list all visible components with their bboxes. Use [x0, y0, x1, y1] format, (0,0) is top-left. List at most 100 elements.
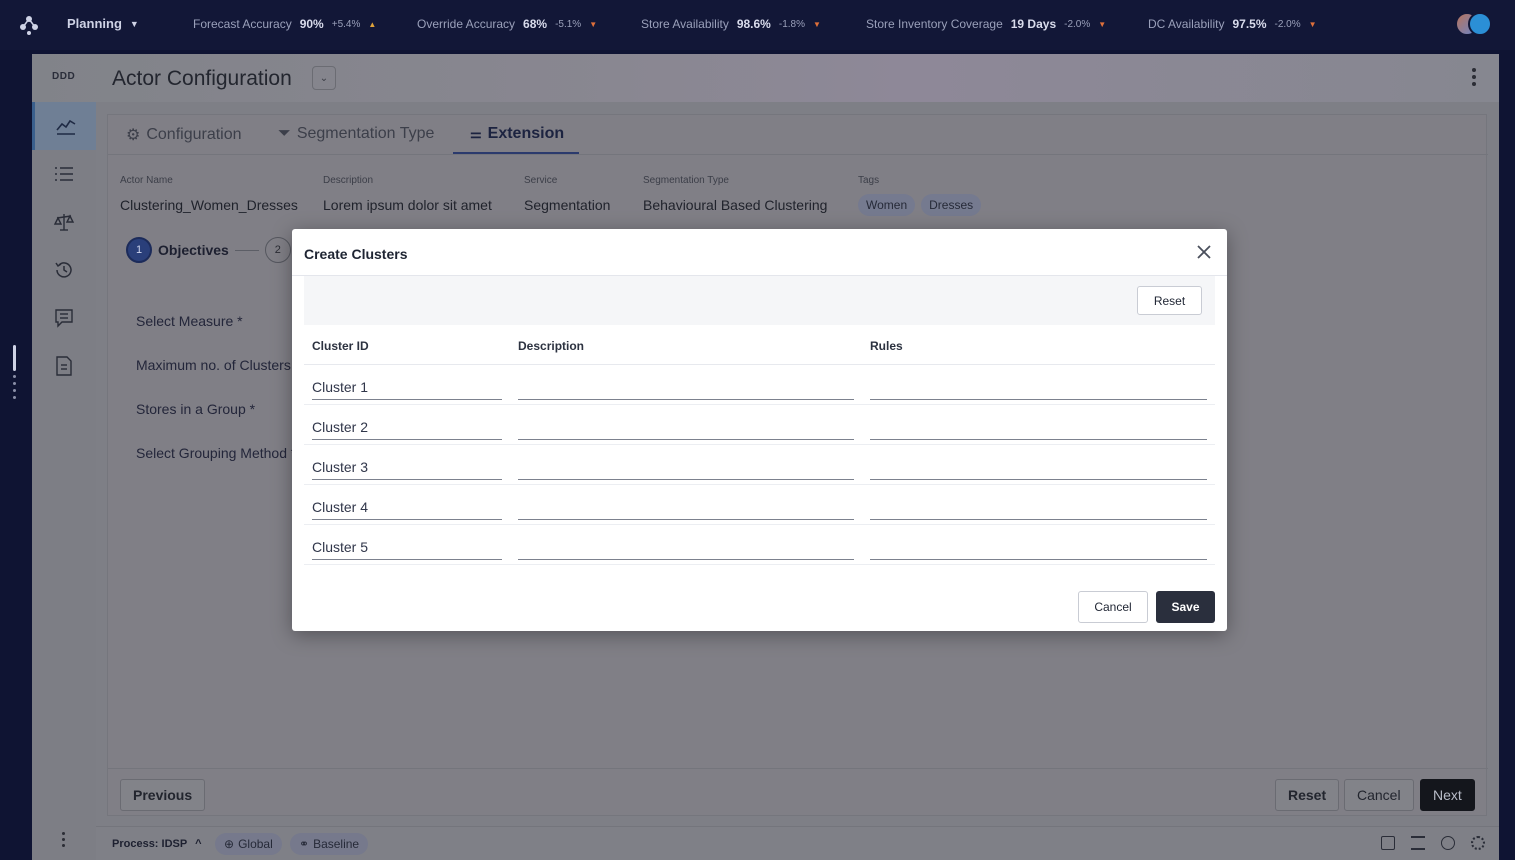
- kpi-label: Override Accuracy: [417, 17, 516, 31]
- history-icon[interactable]: [1441, 836, 1455, 850]
- document-icon: [56, 356, 72, 376]
- scale-icon: [53, 214, 75, 231]
- chevron-down-icon: ⌄: [319, 72, 329, 84]
- clusters-table: Cluster ID Description Rules Cluster 1 C…: [304, 325, 1215, 565]
- kpi-dc-availability[interactable]: DC Availability 97.5% -2.0% ▼: [1148, 17, 1317, 31]
- cluster-id-input[interactable]: Cluster 5: [312, 533, 502, 560]
- create-clusters-dialog: Create Clusters Reset Cluster ID Descrip…: [292, 229, 1227, 631]
- meta-label: Actor Name: [120, 175, 173, 186]
- meta-label: Description: [323, 175, 374, 186]
- status-bar: Process: IDSP ^ ⊕ Global ⚭ Baseline: [96, 826, 1499, 860]
- trend-down-icon: ▼: [812, 19, 821, 29]
- tab-extension[interactable]: ⚌ Extension: [470, 125, 564, 143]
- trend-chart-icon: [55, 119, 75, 135]
- kpi-label: Store Availability: [641, 17, 729, 31]
- description-input[interactable]: [518, 413, 854, 440]
- meta-segmentation-type: Segmentation Type Behavioural Based Clus…: [643, 175, 827, 213]
- globe-icon: ⊕: [224, 837, 235, 851]
- trend-down-icon: ▼: [1308, 19, 1317, 29]
- rules-input[interactable]: [870, 413, 1207, 440]
- process-selector[interactable]: Process: IDSP ^: [112, 838, 202, 850]
- app-switcher[interactable]: Planning ▼: [67, 16, 139, 31]
- cancel-button[interactable]: Cancel: [1078, 591, 1148, 623]
- drag-handle[interactable]: [13, 345, 18, 405]
- kpi-store-availability[interactable]: Store Availability 98.6% -1.8% ▼: [641, 17, 821, 31]
- rules-input[interactable]: [870, 533, 1207, 560]
- dialog-title: Create Clusters: [304, 246, 408, 262]
- step-number[interactable]: 2: [264, 237, 291, 263]
- kpi-forecast-accuracy[interactable]: Forecast Accuracy 90% +5.4% ▲: [193, 17, 376, 31]
- meta-label: Service: [524, 175, 558, 186]
- title-dropdown-button[interactable]: ⌄: [312, 66, 336, 90]
- chip-label: Baseline: [313, 837, 360, 851]
- table-row: Cluster 3: [304, 445, 1215, 485]
- kpi-label: Store Inventory Coverage: [866, 17, 1003, 31]
- sidebar-item-list[interactable]: [32, 150, 96, 198]
- sidebar-item-balance[interactable]: [32, 198, 96, 246]
- more-vertical-icon[interactable]: [60, 832, 66, 850]
- chevron-up-icon: ^: [195, 838, 202, 850]
- kpi-change: -2.0%: [1064, 18, 1091, 30]
- trend-down-icon: ▼: [1098, 19, 1107, 29]
- active-tab-indicator: [453, 152, 579, 154]
- baseline-chip[interactable]: ⚭ Baseline: [290, 833, 369, 855]
- sidebar-item-analytics[interactable]: [32, 102, 96, 150]
- rules-input[interactable]: [870, 493, 1207, 520]
- sidebar-item-report[interactable]: [32, 342, 96, 390]
- description-input[interactable]: [518, 373, 854, 400]
- sidebar-item-comments[interactable]: [32, 294, 96, 342]
- rules-input[interactable]: [870, 373, 1207, 400]
- tab-label: Segmentation Type: [296, 125, 435, 142]
- reset-button[interactable]: Reset: [1275, 779, 1340, 811]
- filter-icon: ⏷: [278, 125, 291, 142]
- wizard-footer: Previous Reset Cancel Next: [108, 768, 1488, 817]
- table-row: Cluster 1: [304, 365, 1215, 405]
- app-logo-icon[interactable]: [18, 14, 40, 36]
- kpi-value: 98.6%: [736, 17, 771, 31]
- column-header: Rules: [870, 339, 903, 353]
- description-input[interactable]: [518, 533, 854, 560]
- next-button[interactable]: Next: [1420, 779, 1475, 811]
- cluster-id-input[interactable]: Cluster 4: [312, 493, 502, 520]
- sliders-icon: ⚌: [470, 126, 482, 141]
- cluster-id-input[interactable]: Cluster 1: [312, 373, 502, 400]
- save-button[interactable]: Save: [1156, 591, 1215, 623]
- kpi-label: DC Availability: [1148, 17, 1225, 31]
- list-icon[interactable]: [1411, 836, 1425, 850]
- app-switcher-label: Planning: [67, 16, 122, 31]
- avatar: [1468, 12, 1492, 36]
- kpi-store-inventory-coverage[interactable]: Store Inventory Coverage 19 Days -2.0% ▼: [866, 17, 1106, 31]
- tab-segmentation-type[interactable]: ⏷ Segmentation Type: [278, 125, 434, 143]
- meta-value: Lorem ipsum dolor sit amet: [323, 197, 492, 213]
- user-avatars[interactable]: [1455, 12, 1493, 36]
- gear-icon[interactable]: [1471, 836, 1485, 850]
- global-chip[interactable]: ⊕ Global: [215, 833, 282, 855]
- tab-configuration[interactable]: ⚙ Configuration: [126, 125, 242, 145]
- sidebar: [32, 102, 96, 860]
- tab-label: Extension: [487, 125, 565, 142]
- kpi-value: 90%: [299, 17, 324, 31]
- form-label: Select Grouping Method *: [136, 445, 292, 461]
- form-label: Stores in a Group *: [136, 401, 256, 417]
- step-number[interactable]: 1: [126, 237, 152, 263]
- comment-icon[interactable]: [1381, 836, 1395, 850]
- sidebar-item-history[interactable]: [32, 246, 96, 294]
- cluster-id-input[interactable]: Cluster 3: [312, 453, 502, 480]
- table-row: Cluster 4: [304, 485, 1215, 525]
- previous-button[interactable]: Previous: [120, 779, 206, 811]
- gear-icon: ⚙: [126, 127, 141, 144]
- description-input[interactable]: [518, 493, 854, 520]
- kpi-override-accuracy[interactable]: Override Accuracy 68% -5.1% ▼: [417, 17, 597, 31]
- more-options-icon[interactable]: [1471, 68, 1477, 88]
- meta-value: Behavioural Based Clustering: [643, 197, 828, 213]
- close-icon[interactable]: [1195, 243, 1213, 261]
- cancel-button[interactable]: Cancel: [1344, 779, 1414, 811]
- app-code: DDD: [52, 71, 76, 82]
- tag-chip: Dresses: [921, 194, 982, 216]
- reset-button[interactable]: Reset: [1137, 286, 1202, 315]
- cluster-id-input[interactable]: Cluster 2: [312, 413, 502, 440]
- description-input[interactable]: [518, 453, 854, 480]
- step-label[interactable]: Objectives: [158, 242, 229, 258]
- kpi-change: +5.4%: [331, 18, 361, 30]
- rules-input[interactable]: [870, 453, 1207, 480]
